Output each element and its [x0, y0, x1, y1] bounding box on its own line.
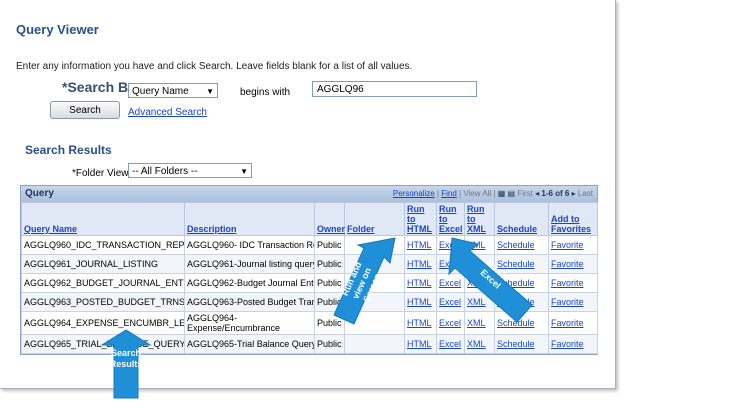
search-results-callout-text: Search Results — [109, 348, 143, 369]
search-results-callout: Search Results — [110, 346, 143, 396]
